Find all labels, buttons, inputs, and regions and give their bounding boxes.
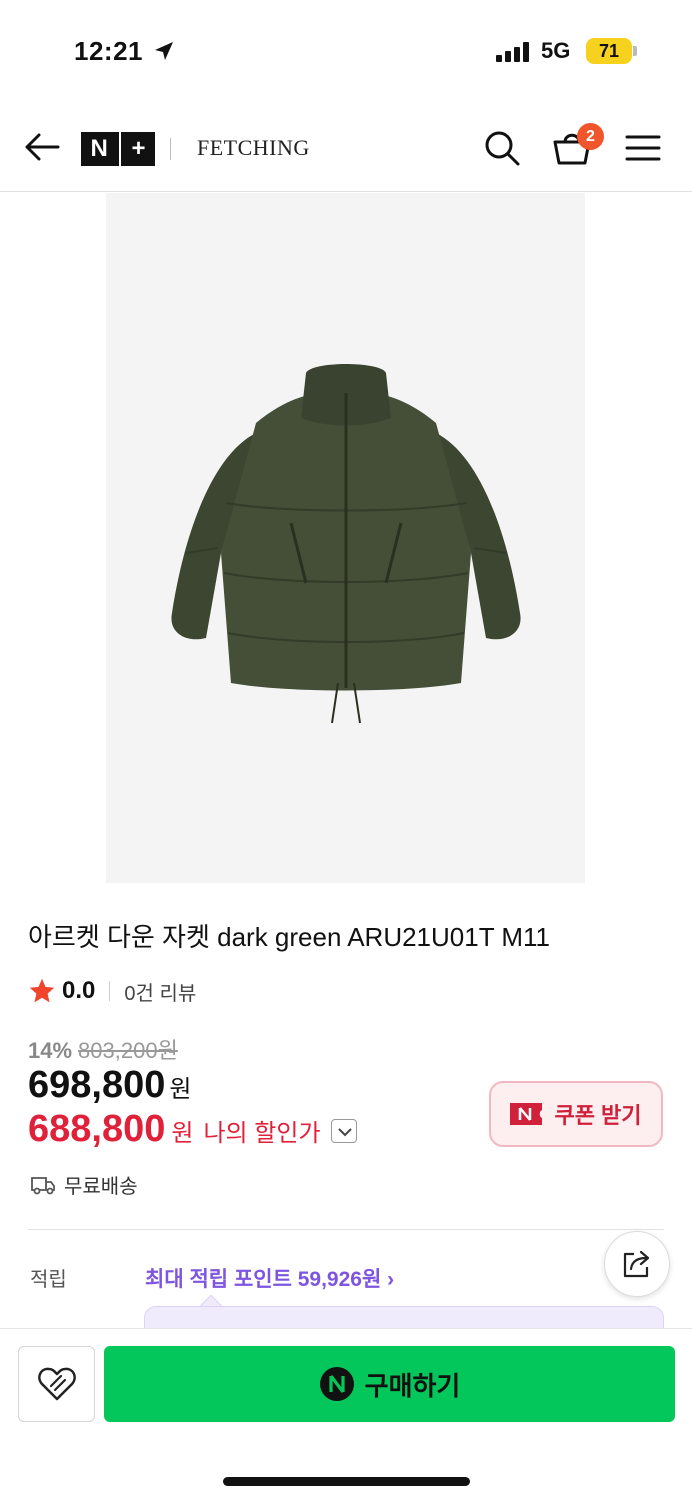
wishlist-button[interactable]: [18, 1346, 95, 1422]
rating-row[interactable]: 0.0 0건 리뷰: [28, 976, 196, 1006]
review-count[interactable]: 0건 리뷰: [124, 977, 196, 1006]
chevron-down-icon[interactable]: [330, 1119, 357, 1143]
rating-separator: [109, 981, 111, 1001]
app-header: N + FETCHING 2: [0, 100, 692, 192]
shipping-row: 무료배송: [30, 1170, 138, 1199]
coupon-n-icon: [510, 1103, 543, 1125]
menu-icon[interactable]: [625, 134, 661, 162]
header-separator: [170, 138, 171, 160]
shipping-label: 무료배송: [64, 1176, 138, 1198]
sale-price-row: 698,800 원: [28, 1064, 191, 1107]
rating-value: 0.0: [62, 977, 96, 1004]
signal-icon: [496, 42, 529, 62]
original-price: 803,200원: [78, 1038, 178, 1063]
truck-icon: [31, 1176, 55, 1194]
back-arrow-icon[interactable]: [24, 132, 60, 162]
my-price-row[interactable]: 688,800 원 나의 할인가: [28, 1108, 357, 1151]
share-icon: [623, 1250, 650, 1278]
location-arrow-icon: [155, 42, 173, 60]
my-price-unit: 원: [171, 1120, 194, 1147]
star-icon: [29, 978, 55, 1003]
status-bar: 12:21 5G 71: [0, 0, 692, 100]
cart-count-badge: 2: [577, 123, 604, 150]
sale-price: 698,800: [28, 1064, 166, 1106]
npay-icon: [319, 1367, 354, 1401]
battery-tip: [633, 46, 637, 56]
sale-price-unit: 원: [169, 1076, 192, 1103]
status-time: 12:21: [74, 36, 143, 66]
discount-rate: 14%: [28, 1038, 73, 1063]
section-divider: [28, 1229, 664, 1230]
my-discount-price: 688,800: [28, 1108, 166, 1150]
my-price-label: 나의 할인가: [203, 1120, 321, 1147]
logo-divider: [118, 132, 121, 166]
jacket-illustration: [171, 364, 521, 724]
logo-plus: +: [131, 135, 146, 162]
discount-row: 14% 803,200원: [28, 1033, 178, 1065]
product-title: 아르켓 다운 자켓 dark green ARU21U01T M11: [28, 922, 550, 952]
network-label: 5G: [541, 38, 571, 63]
buy-label: 구매하기: [364, 1370, 461, 1401]
points-link[interactable]: 최대 적립 포인트 59,926원 ›: [145, 1263, 394, 1293]
home-indicator: [223, 1477, 470, 1486]
heart-icon: [37, 1367, 76, 1401]
battery-indicator: 71: [586, 38, 632, 64]
brand-logo[interactable]: N +: [81, 132, 155, 166]
buy-button[interactable]: 구매하기: [104, 1346, 675, 1422]
logo-n: N: [90, 135, 108, 162]
coupon-label: 쿠폰 받기: [554, 1103, 642, 1128]
share-button[interactable]: [604, 1231, 670, 1297]
store-name[interactable]: FETCHING: [197, 135, 310, 161]
coupon-button[interactable]: 쿠폰 받기: [489, 1081, 663, 1147]
product-image[interactable]: [106, 193, 585, 883]
points-label: 적립: [30, 1269, 67, 1291]
search-icon[interactable]: [483, 129, 521, 167]
